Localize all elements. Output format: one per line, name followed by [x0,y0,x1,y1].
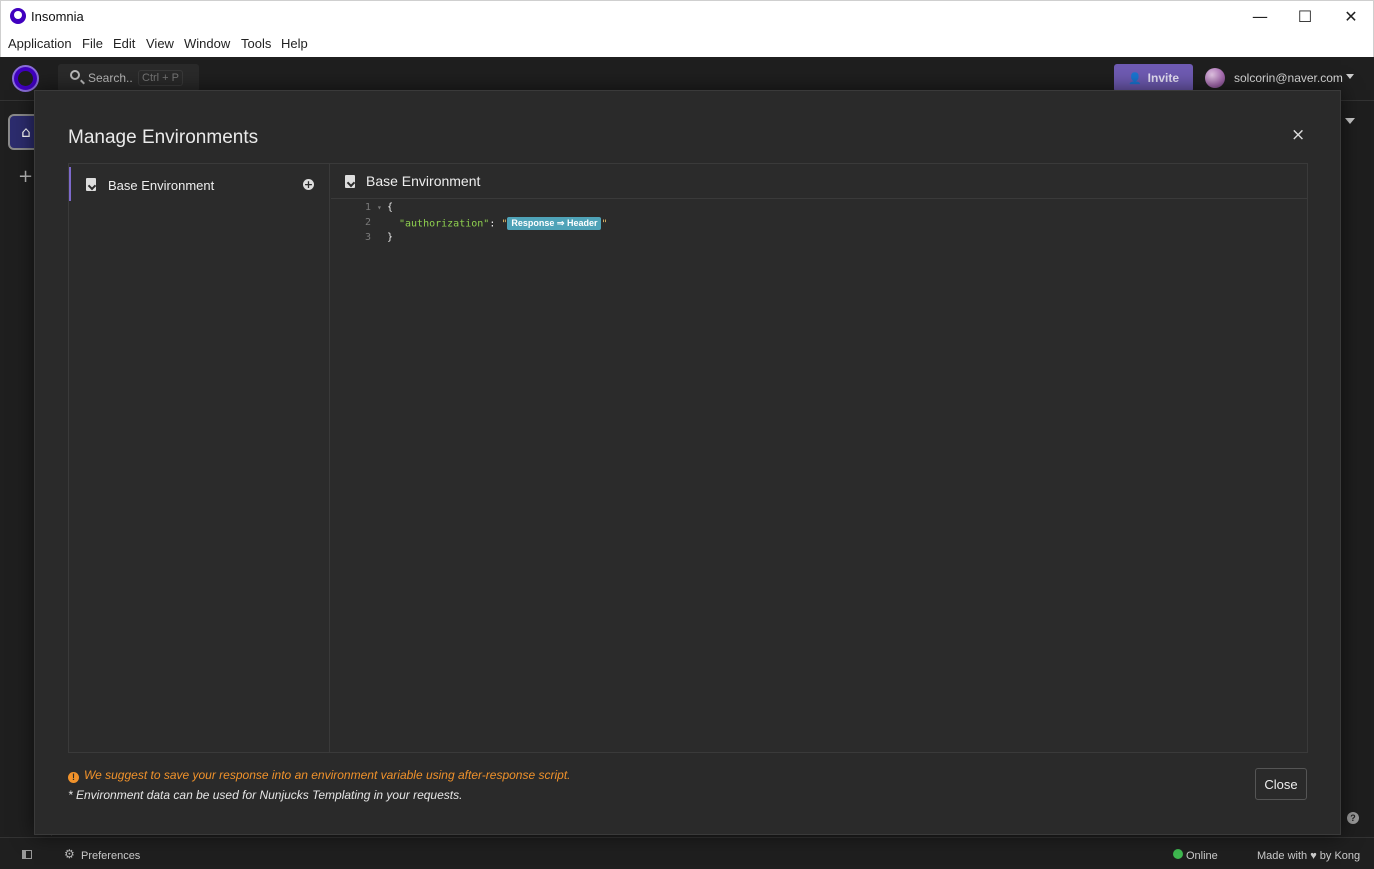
hint-text: We suggest to save your response into an… [84,768,571,782]
add-project-button[interactable]: + [18,166,33,187]
modal-close-icon[interactable]: × [1291,125,1305,145]
line-number: 3 [365,232,372,243]
menu-tools[interactable]: Tools [241,36,271,51]
menu-edit[interactable]: Edit [113,36,135,51]
gear-icon[interactable]: ⚙ [64,847,75,861]
chevron-down-icon[interactable] [1345,118,1355,124]
made-with-kong[interactable]: Made with ♥ by Kong [1257,850,1360,862]
editor-title: Base Environment [366,173,481,189]
help-icon[interactable]: ? [1347,812,1359,824]
chevron-down-icon[interactable] [1346,74,1354,79]
online-status: Online [1186,850,1218,862]
preferences-link[interactable]: Preferences [81,850,140,862]
environment-editor: Base Environment 1 ▾ { 2 "authorization"… [331,164,1307,752]
environment-name: Base Environment [108,178,215,193]
code-line: } [387,232,393,243]
environment-item-base[interactable]: Base Environment + [69,167,329,201]
environment-list: Base Environment + [69,164,330,752]
environments-panel: Base Environment + Base Environment 1 ▾ … [68,163,1308,753]
window-titlebar: Insomnia — ☐ ✕ [0,0,1374,31]
add-user-icon: 👤 [1127,72,1142,85]
after-response-hint: ! We suggest to save your response into a… [68,768,571,783]
maximize-button[interactable]: ☐ [1282,1,1328,32]
line-number: 1 [365,202,372,213]
menu-application[interactable]: Application [8,36,72,51]
json-colon: : [489,218,502,230]
add-sub-environment-icon[interactable]: + [303,179,314,190]
line-number: 2 [365,217,372,228]
modal-title: Manage Environments [68,127,259,148]
online-status-icon [1173,849,1183,859]
menu-bar: Application File Edit View Window Tools … [0,31,1374,57]
search-shortcut: Ctrl + P [138,70,183,86]
search-placeholder: Search.. [88,71,133,85]
menu-help[interactable]: Help [281,36,308,51]
search-icon [70,70,80,80]
fold-icon[interactable]: ▾ [377,203,382,212]
insomnia-app-icon [10,8,26,24]
menu-file[interactable]: File [82,36,103,51]
environment-file-icon [86,178,96,191]
environment-file-icon [345,175,355,188]
invite-button[interactable]: 👤 Invite [1114,64,1193,92]
minimize-button[interactable]: — [1237,1,1283,32]
home-icon: ⌂ [21,123,31,141]
warning-icon: ! [68,772,79,783]
close-brace: } [387,232,394,243]
code-line: { [387,202,393,213]
window-title: Insomnia [31,9,84,24]
editor-header: Base Environment [331,164,1307,199]
search-input[interactable]: Search.. Ctrl + P [58,64,199,92]
status-bar: ⚙ Preferences Online Made with ♥ by Kong [0,837,1374,869]
close-button[interactable]: Close [1255,768,1307,800]
invite-label: Invite [1147,71,1180,85]
window-close-button[interactable]: ✕ [1328,1,1374,32]
open-brace: { [387,202,394,213]
json-key: "authorization" [399,218,490,230]
insomnia-logo[interactable] [12,65,39,92]
menu-window[interactable]: Window [184,36,230,51]
json-quote: " [601,218,608,230]
nunjucks-note: * Environment data can be used for Nunju… [68,788,463,802]
code-line: "authorization": " Response ⇒ Header " [399,217,608,230]
manage-environments-modal: Manage Environments × Base Environment +… [34,90,1341,835]
sidebar-toggle-icon[interactable] [22,850,32,859]
avatar[interactable] [1205,68,1225,88]
menu-view[interactable]: View [146,36,174,51]
user-email[interactable]: solcorin@naver.com [1234,71,1343,85]
template-tag[interactable]: Response ⇒ Header [507,217,602,230]
